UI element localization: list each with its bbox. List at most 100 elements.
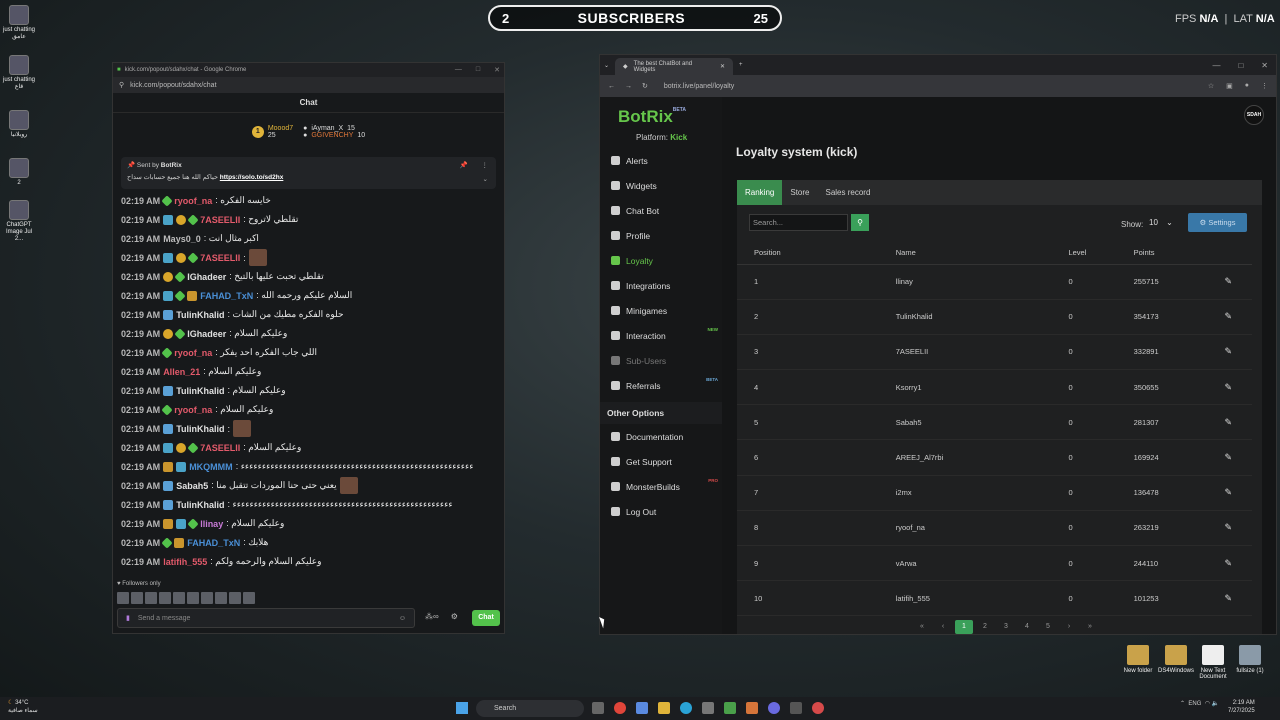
sidebar-item-widgets[interactable]: Widgets [600, 173, 722, 198]
sidebar-item-alerts[interactable]: Alerts [600, 148, 722, 173]
edit-pencil-icon[interactable]: ✎ [1225, 311, 1233, 321]
message-username[interactable]: IGhadeer [187, 272, 226, 282]
chat-message[interactable]: 02:19 AM TulinKhalid: [121, 419, 496, 438]
send-chat-button[interactable]: Chat [472, 610, 500, 626]
chat-message[interactable]: 02:19 AM TulinKhalid: ﺀﺀﺀﺀﺀﺀﺀﺀﺀﺀﺀﺀﺀﺀﺀﺀﺀﺀﺀ… [121, 495, 496, 514]
minimize-icon[interactable]: — [455, 66, 462, 74]
chat-message[interactable]: 02:19 AM IGhadeer: تقلطي تحبت عليها بالتي… [121, 267, 496, 286]
system-clock[interactable]: 2:19 AM 7/27/2025 [1228, 699, 1255, 715]
new-tab-icon[interactable]: + [739, 62, 743, 68]
sidebar-item-loyalty[interactable]: Loyalty [600, 248, 722, 273]
tab-ranking[interactable]: Ranking [737, 180, 783, 205]
edit-pencil-icon[interactable]: ✎ [1225, 276, 1233, 286]
desktop-icon[interactable]: fullsize (1) [1230, 645, 1270, 674]
page-button[interactable]: 5 [1039, 620, 1057, 634]
show-select[interactable]: 10 ⌄ [1145, 214, 1181, 231]
message-username[interactable]: FAHAD_TxN [187, 538, 240, 548]
close-icon[interactable]: ✕ [494, 66, 500, 74]
desktop-icon[interactable]: DS4Windows [1156, 645, 1196, 674]
top-gifter-1[interactable]: 1 Moood7 25 [251, 125, 293, 139]
message-username[interactable]: IGhadeer [187, 329, 226, 339]
user-avatar[interactable]: SDAH [1244, 105, 1264, 125]
url-field[interactable]: botrix.live/panel/loyalty [664, 83, 734, 90]
message-username[interactable]: TulinKhalid [176, 386, 224, 396]
message-username[interactable]: 7ASEELII [200, 443, 240, 453]
system-tray[interactable]: ⌃ ENG ◠ 🔈 [1180, 700, 1219, 707]
emote-icon[interactable] [243, 592, 255, 604]
chat-message[interactable]: 02:19 AM TulinKhalid: وعليكم السلام [121, 381, 496, 400]
emote-icon[interactable] [145, 592, 157, 604]
message-username[interactable]: ryoof_na [174, 196, 212, 206]
column-header[interactable]: Name [895, 242, 1069, 265]
edge-icon[interactable] [680, 702, 692, 714]
message-username[interactable]: latifih_555 [163, 557, 207, 567]
sidebar-item-get-support[interactable]: Get Support [600, 449, 722, 474]
message-username[interactable]: Sabah5 [176, 481, 208, 491]
sidebar-item-referrals[interactable]: Referrals BETA [600, 373, 722, 398]
emote-icon[interactable] [215, 592, 227, 604]
emote-icon[interactable] [187, 592, 199, 604]
desktop-icon[interactable]: روبلانيا [2, 110, 36, 139]
page-button[interactable]: › [1060, 620, 1078, 634]
edit-pencil-icon[interactable]: ✎ [1225, 382, 1233, 392]
edit-pencil-icon[interactable]: ✎ [1225, 558, 1233, 568]
weather-widget[interactable]: ☾ 34°C سماء صافية [8, 699, 38, 715]
chat-message-input[interactable]: ▮ Send a message ☺ [117, 608, 415, 628]
back-icon[interactable]: ← [608, 83, 615, 90]
message-username[interactable]: ryoof_na [174, 405, 212, 415]
gear-icon[interactable]: ⚙ [451, 612, 458, 621]
chat-message[interactable]: 02:19 AM ryoof_na: اللي جاب الفكره احد يف… [121, 343, 496, 362]
chevron-up-icon[interactable]: ⌃ [1180, 701, 1185, 707]
store-icon[interactable] [702, 702, 714, 714]
column-header[interactable]: Points [1133, 242, 1225, 265]
chat-message[interactable]: 02:19 AM llinay: وعليكم السلام [121, 514, 496, 533]
edit-pencil-icon[interactable]: ✎ [1225, 452, 1233, 462]
forward-icon[interactable]: → [625, 83, 632, 90]
emote-icon[interactable] [117, 592, 129, 604]
tab-close-icon[interactable]: ✕ [720, 63, 725, 70]
pinned-link[interactable]: https://solo.to/sd2hx [220, 174, 284, 181]
emoji-icon[interactable]: ☺ [399, 615, 406, 622]
maximize-icon[interactable]: □ [1238, 61, 1243, 70]
sidebar-item-integrations[interactable]: Integrations [600, 273, 722, 298]
message-username[interactable]: 7ASEELII [200, 215, 240, 225]
wifi-icon[interactable]: ◠ [1205, 701, 1210, 707]
desktop-icon[interactable]: New Text Document [1193, 645, 1233, 680]
sidebar-item-log-out[interactable]: Log Out [600, 499, 722, 524]
obs-icon[interactable] [790, 702, 802, 714]
edit-pencil-icon[interactable]: ✎ [1225, 417, 1233, 427]
message-username[interactable]: Mays0_0 [163, 234, 201, 244]
search-button[interactable]: ⚲ [851, 214, 869, 231]
sidebar-item-chat-bot[interactable]: Chat Bot [600, 198, 722, 223]
emote-icon[interactable] [201, 592, 213, 604]
emote-icon[interactable] [173, 592, 185, 604]
site-info-icon[interactable]: ⚲ [119, 81, 124, 89]
chat-message[interactable]: 02:19 AM Sabah5: يعني حتى حنا الموردات تت… [121, 476, 496, 495]
page-button[interactable]: ‹ [934, 620, 952, 634]
sidebar-item-profile[interactable]: Profile [600, 223, 722, 248]
close-icon[interactable]: ✕ [1261, 61, 1268, 70]
office-icon[interactable] [746, 702, 758, 714]
sidebar-item-minigames[interactable]: Minigames [600, 298, 722, 323]
message-username[interactable]: TulinKhalid [176, 424, 224, 434]
message-username[interactable]: ryoof_na [174, 348, 212, 358]
emote-icon[interactable] [159, 592, 171, 604]
message-username[interactable]: Allen_21 [163, 367, 200, 377]
chat-message[interactable]: 02:19 AM ryoof_na: وعليكم السلام [121, 400, 496, 419]
page-button[interactable]: 2 [976, 620, 994, 634]
message-username[interactable]: 7ASEELII [200, 253, 240, 263]
message-username[interactable]: llinay [200, 519, 223, 529]
chrome-icon[interactable] [614, 702, 626, 714]
message-username[interactable]: FAHAD_TxN [200, 291, 253, 301]
mic-icon[interactable]: ▮ [126, 614, 130, 622]
edit-pencil-icon[interactable]: ✎ [1225, 346, 1233, 356]
top-gifter-3[interactable]: ● GGIVENCHY 10 [303, 132, 365, 139]
chat-message[interactable]: 02:19 AM latifih_555: وعليكم السلام والرح… [121, 552, 496, 571]
page-button[interactable]: 3 [997, 620, 1015, 634]
chat-message[interactable]: 02:19 AM 7ASEELII: [121, 248, 496, 267]
page-button[interactable]: 4 [1018, 620, 1036, 634]
desktop-icon[interactable]: 2 [2, 158, 36, 187]
sidebar-item-interaction[interactable]: Interaction NEW [600, 323, 722, 348]
desktop-icon[interactable]: New folder [1118, 645, 1158, 674]
desktop-icon[interactable]: ChatGPT Image Jul 2... [2, 200, 36, 243]
